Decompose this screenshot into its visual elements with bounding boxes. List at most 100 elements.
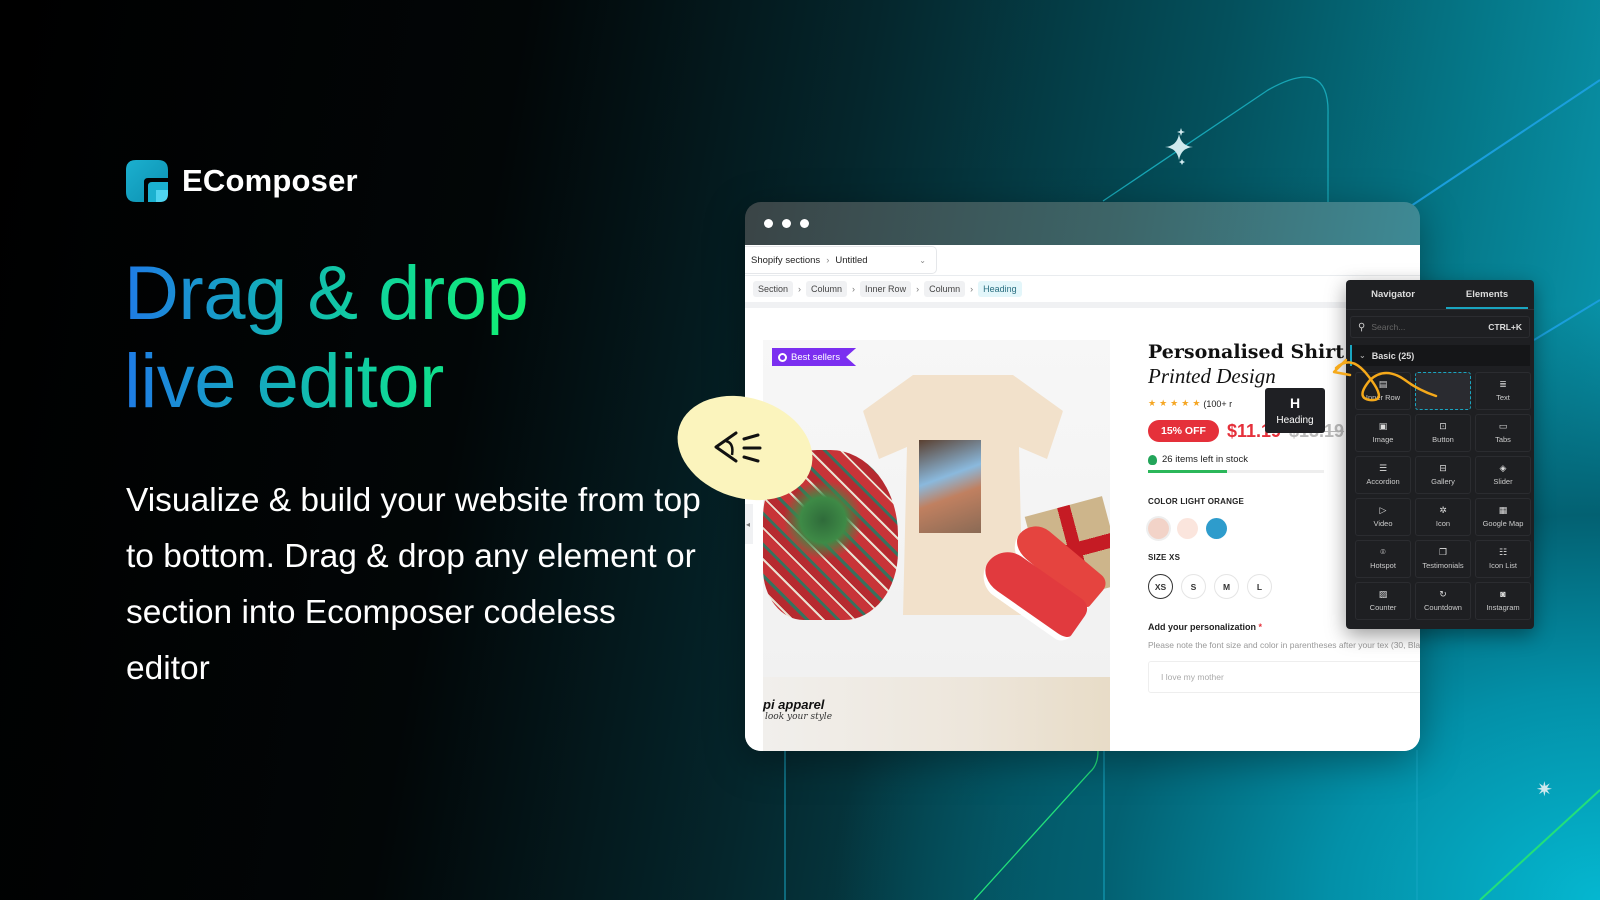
deco-line-diag-top — [1404, 79, 1600, 211]
breadcrumb-item[interactable]: Column — [924, 281, 966, 297]
size-option[interactable]: XS — [1148, 574, 1173, 599]
element-label: Testimonials — [1422, 561, 1464, 570]
deco-line-panel-right — [1533, 299, 1600, 341]
gallery-icon: ⊟ — [1439, 463, 1447, 473]
element-label: Hotspot — [1370, 561, 1396, 570]
google-map-icon: ▦ — [1498, 505, 1508, 515]
chevron-right-icon: › — [798, 284, 802, 294]
breadcrumb-item[interactable]: Column — [806, 281, 848, 297]
size-option[interactable]: S — [1181, 574, 1206, 599]
element-hotspot[interactable]: ⌾ Hotspot — [1355, 540, 1411, 578]
window-dot-icon — [764, 219, 773, 228]
flame-icon — [1148, 454, 1157, 465]
element-label: Video — [1373, 519, 1393, 528]
stock-text: 26 items left in stock — [1162, 454, 1249, 465]
countdown-icon: ↻ — [1439, 589, 1447, 599]
element-label: Icon — [1435, 519, 1451, 528]
window-dot-icon — [782, 219, 791, 228]
element-text[interactable]: ≣ Text — [1475, 372, 1531, 410]
star-icon: ★ — [1148, 398, 1157, 408]
headline-line-1: Drag & drop — [124, 250, 554, 338]
ecomposer-logo-icon — [126, 160, 168, 202]
breadcrumb-item[interactable]: Section — [753, 281, 794, 297]
element-testimonials[interactable]: ❐ Testimonials — [1415, 540, 1471, 578]
rating-count: (100+ r — [1203, 398, 1233, 409]
tab-elements[interactable]: Elements — [1440, 280, 1534, 309]
search-shortcut: CTRL+K — [1488, 322, 1522, 332]
size-option[interactable]: M — [1214, 574, 1239, 599]
color-label: COLOR — [1148, 497, 1178, 506]
icon-icon: ✲ — [1439, 505, 1447, 515]
tab-navigator[interactable]: Navigator — [1346, 280, 1440, 309]
element-label: Counter — [1369, 603, 1397, 612]
breadcrumb-item[interactable]: Inner Row — [860, 281, 912, 297]
personalization-label-text: Add your personalization — [1148, 622, 1257, 632]
size-option[interactable]: L — [1247, 574, 1272, 599]
drop-target-placeholder[interactable] — [1415, 372, 1471, 410]
element-label: Slider — [1493, 477, 1513, 486]
element-image[interactable]: ▣ Image — [1355, 414, 1411, 452]
color-value: LIGHT ORANGE — [1180, 497, 1245, 506]
breadcrumb: Section › Column › Inner Row › Column › … — [745, 276, 1420, 308]
icon-list-icon: ☷ — [1498, 547, 1508, 557]
breadcrumb-item-active[interactable]: Heading — [978, 281, 1022, 297]
panel-tabs: Navigator Elements — [1346, 280, 1534, 310]
search-placeholder: Search... — [1371, 322, 1406, 332]
headline-line-2: live editor — [124, 338, 564, 426]
element-icon-list[interactable]: ☷ Icon List — [1475, 540, 1531, 578]
dragged-heading-element[interactable]: H Heading — [1265, 388, 1325, 433]
element-icon[interactable]: ✲ Icon — [1415, 498, 1471, 536]
browser-titlebar — [745, 202, 1420, 245]
deco-line-arc — [1102, 76, 1329, 205]
star-icon: ★ — [1192, 398, 1201, 408]
elements-search[interactable]: ⚲ Search... CTRL+K — [1350, 316, 1530, 338]
product-image[interactable]: Best sellers — [763, 340, 1110, 677]
heading-chip-label: Heading — [1276, 415, 1314, 426]
element-counter[interactable]: ▨ Counter — [1355, 582, 1411, 620]
sections-select-value: Untitled — [835, 254, 868, 266]
element-video[interactable]: ▷ Video — [1355, 498, 1411, 536]
stock-progress-bar — [1148, 470, 1324, 473]
tabs-icon: ▭ — [1498, 421, 1508, 431]
product-image-secondary[interactable]: pi apparel look your style — [763, 677, 1110, 751]
star-icon: ★ — [1159, 398, 1168, 408]
element-button[interactable]: ⊡ Button — [1415, 414, 1471, 452]
hotspot-icon: ⌾ — [1380, 547, 1386, 557]
search-icon: ⚲ — [1358, 321, 1366, 333]
chevron-right-icon: › — [852, 284, 856, 294]
element-instagram[interactable]: ◙ Instagram — [1475, 582, 1531, 620]
eye-view-icon — [714, 431, 762, 463]
best-sellers-badge: Best sellers — [772, 348, 857, 366]
sparkle-small-icon: ✷ — [1536, 779, 1553, 801]
collapse-sidebar-handle[interactable]: ◂ — [745, 504, 753, 544]
elements-panel: Navigator Elements ⚲ Search... CTRL+K ⌄ … — [1346, 280, 1534, 629]
color-swatch[interactable] — [1177, 518, 1198, 539]
shirt-print-photo — [919, 440, 981, 533]
element-slider[interactable]: ◈ Slider — [1475, 456, 1531, 494]
size-value: XS — [1169, 553, 1181, 562]
editor-canvas[interactable]: ◂ Best sellers pi apparel look your styl… — [745, 314, 1420, 751]
element-countdown[interactable]: ↻ Countdown — [1415, 582, 1471, 620]
slider-icon: ◈ — [1499, 463, 1507, 473]
element-accordion[interactable]: ☰ Accordion — [1355, 456, 1411, 494]
button-icon: ⊡ — [1439, 421, 1447, 431]
text-icon: ≣ — [1499, 379, 1507, 389]
sections-select[interactable]: Shopify sections › Untitled ⌄ — [745, 246, 937, 274]
color-swatch[interactable] — [1148, 518, 1169, 539]
element-gallery[interactable]: ⊟ Gallery — [1415, 456, 1471, 494]
inner-row-icon: ▤ — [1378, 379, 1388, 389]
apparel-tagline: look your style — [765, 712, 833, 722]
element-inner-row[interactable]: ▤ Inner Row — [1355, 372, 1411, 410]
color-swatch[interactable] — [1206, 518, 1227, 539]
element-tabs[interactable]: ▭ Tabs — [1475, 414, 1531, 452]
chevron-right-icon: › — [916, 284, 920, 294]
chevron-right-icon: › — [970, 284, 974, 294]
element-google-map[interactable]: ▦ Google Map — [1475, 498, 1531, 536]
personalization-input[interactable]: I love my mother — [1148, 661, 1420, 693]
group-basic[interactable]: ⌄ Basic (25) — [1350, 345, 1530, 366]
greenery-decoration — [783, 480, 863, 560]
hero-description: Visualize & build your website from top … — [126, 482, 701, 687]
chevron-down-icon: ⌄ — [919, 255, 926, 265]
group-label: Basic (25) — [1371, 350, 1415, 361]
element-label: Button — [1432, 435, 1454, 444]
